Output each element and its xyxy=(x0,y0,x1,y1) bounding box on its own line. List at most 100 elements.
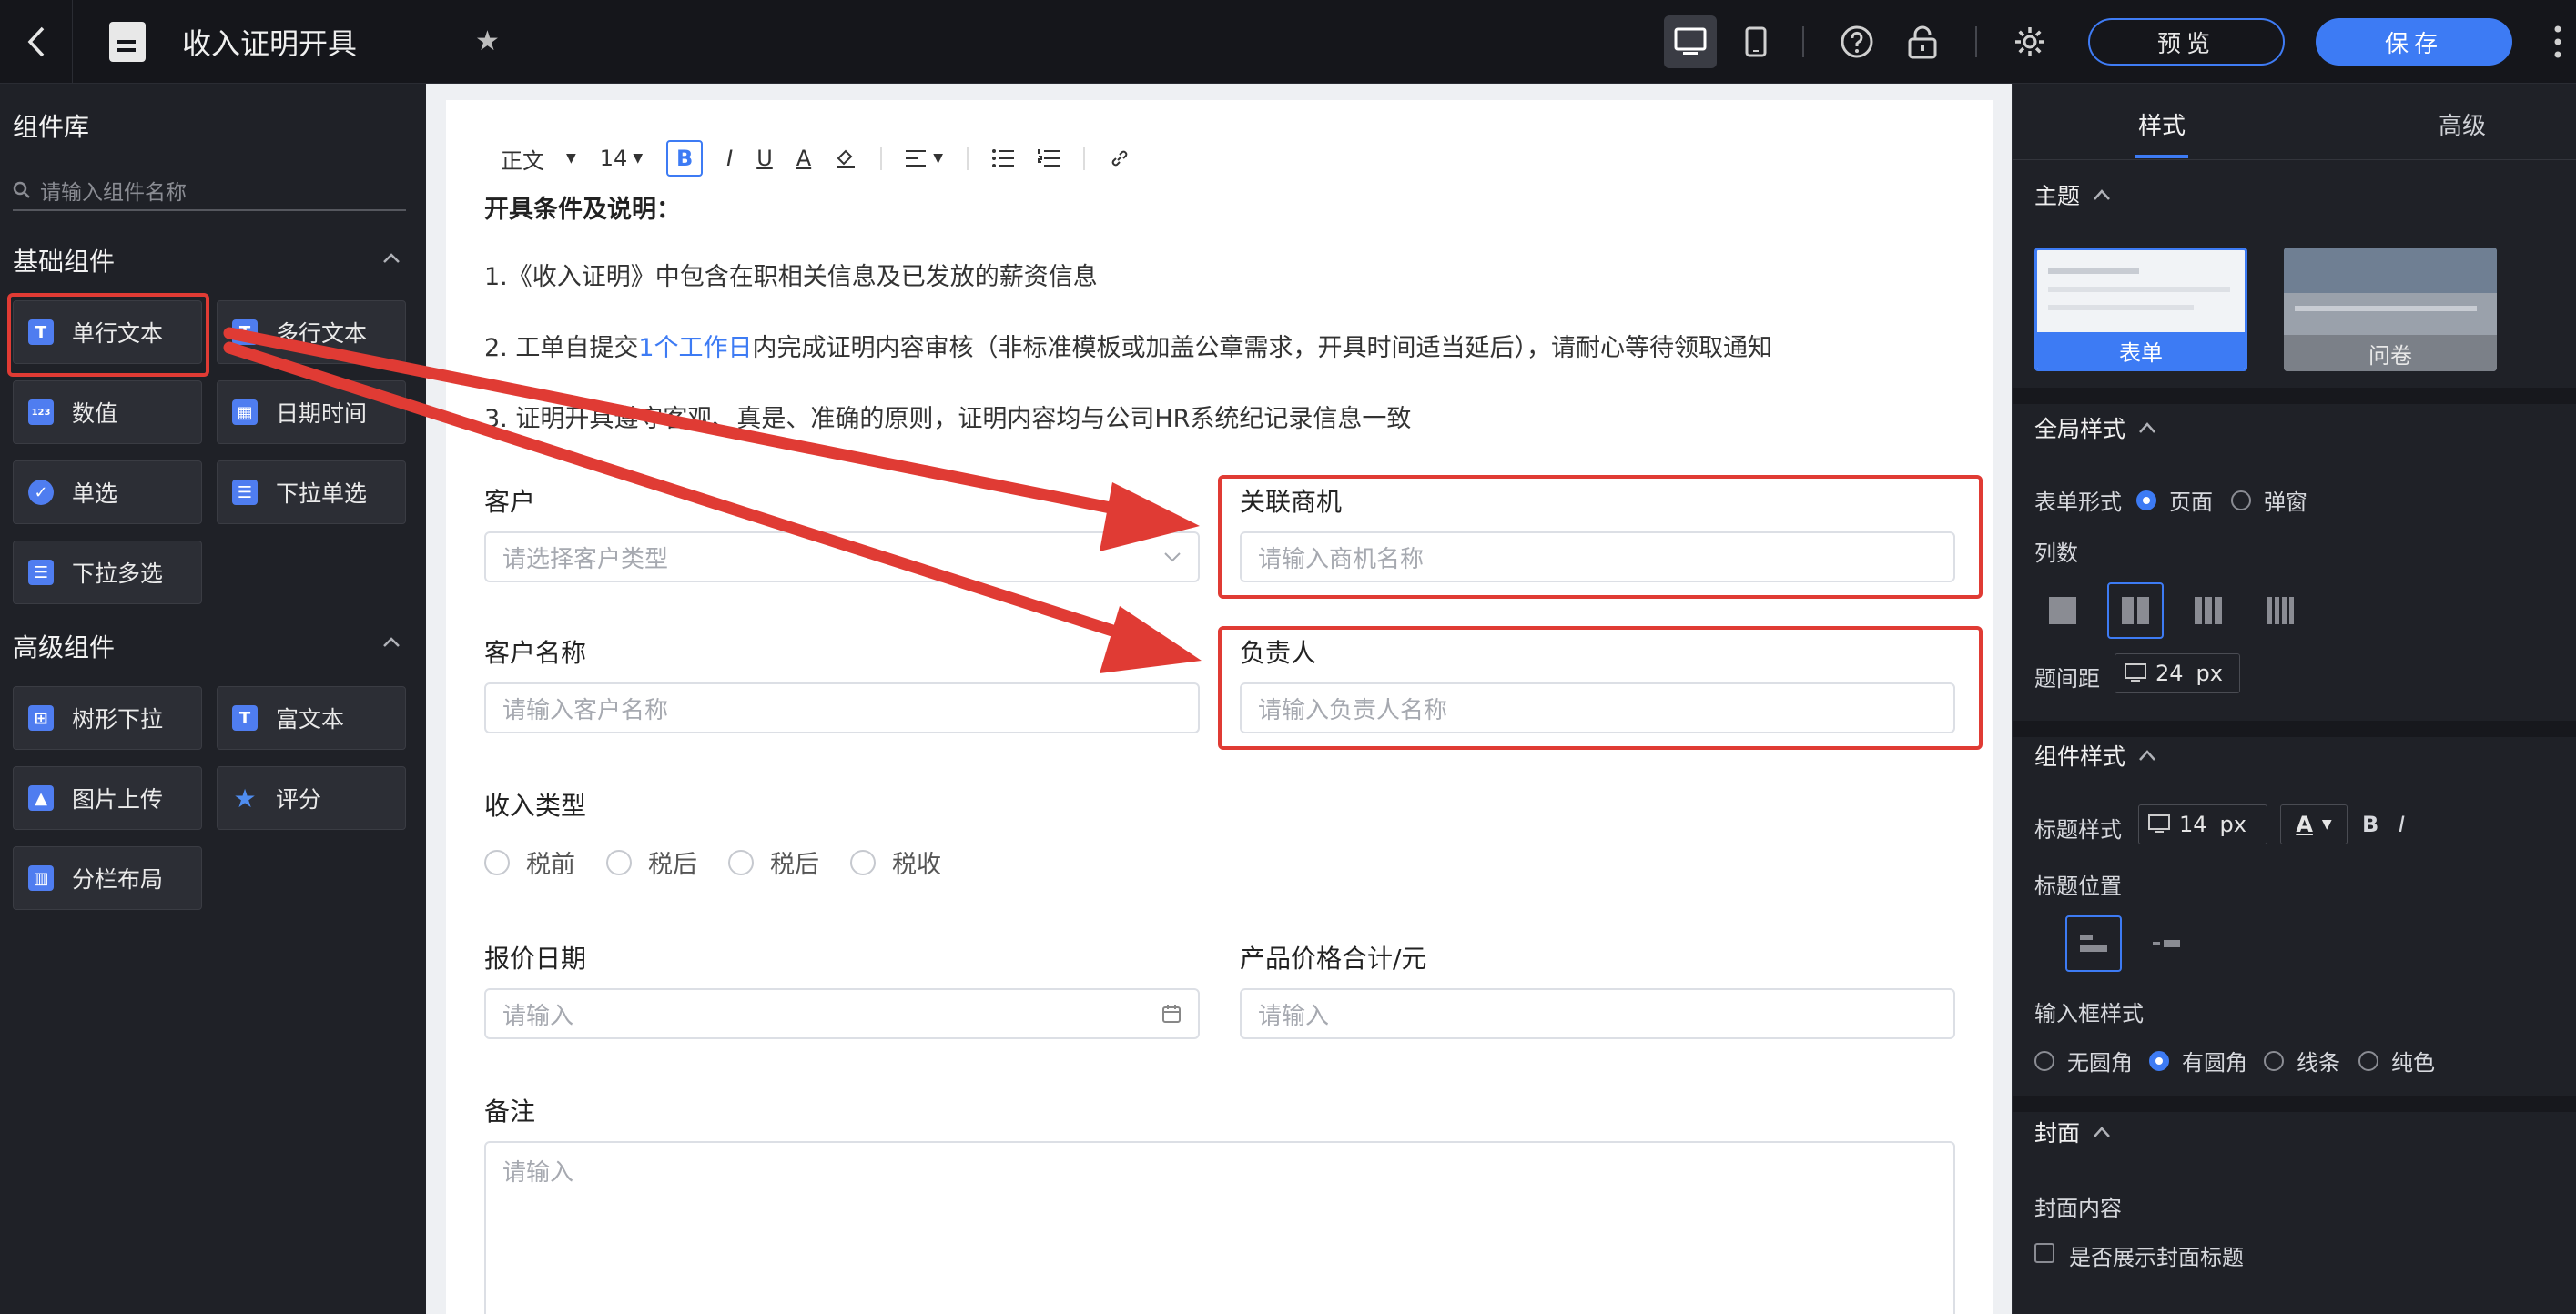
font-color-button[interactable]: A xyxy=(796,146,811,171)
number-icon: 123 xyxy=(28,399,54,425)
income-type-radios: 税前 税后 税后 税收 xyxy=(484,844,972,880)
page-title: 收入证明开具 xyxy=(182,25,358,61)
more-button[interactable] xyxy=(2540,25,2576,58)
component-dropdown-single[interactable]: ☰ 下拉单选 xyxy=(217,460,406,524)
quote-date-input[interactable]: 请输入 xyxy=(484,988,1200,1039)
spacing-input[interactable]: 24 px xyxy=(2115,653,2240,693)
tab-indicator xyxy=(2135,155,2188,158)
highlight-color-button[interactable] xyxy=(835,147,857,169)
radio-circle xyxy=(484,849,510,875)
chevron-up-icon xyxy=(2139,750,2155,761)
component-rating[interactable]: ★ 评分 xyxy=(217,766,406,830)
align-button[interactable]: ▼ xyxy=(906,149,943,167)
lock-button[interactable] xyxy=(1901,20,1944,64)
income-option[interactable]: 税收 xyxy=(850,844,941,880)
chevron-up-icon[interactable] xyxy=(382,249,401,268)
customer-name-input[interactable]: 请输入客户名称 xyxy=(484,682,1200,733)
income-option[interactable]: 税后 xyxy=(728,844,819,880)
columns-1-option[interactable] xyxy=(2034,582,2091,639)
star-icon[interactable]: ★ xyxy=(475,25,500,57)
caret-down-icon: ▼ xyxy=(933,151,943,166)
theme-survey-card[interactable]: 问卷 xyxy=(2284,248,2497,371)
help-button[interactable] xyxy=(1835,20,1879,64)
component-column-layout[interactable]: ▥ 分栏布局 xyxy=(13,846,202,910)
remark-textarea[interactable]: 请输入 xyxy=(484,1141,1955,1314)
desktop-icon xyxy=(2148,814,2170,833)
price-total-input[interactable]: 请输入 xyxy=(1240,988,1955,1039)
top-bar: 收入证明开具 ★ 预览 保存 xyxy=(0,0,2576,84)
title-italic-toggle[interactable]: I xyxy=(2399,812,2405,837)
title-position-left-option[interactable] xyxy=(2138,915,2195,972)
divider xyxy=(1802,26,1804,57)
style-panel: 样式 高级 主题 表单 问卷 全局样式 表单形式 页面 弹窗 列数 题间距 24… xyxy=(2012,84,2576,1314)
link-button[interactable] xyxy=(1109,147,1131,169)
tab-advanced[interactable]: 高级 xyxy=(2439,107,2486,141)
divider xyxy=(966,147,969,170)
cover-title-checkbox[interactable] xyxy=(2034,1243,2054,1263)
underline-button[interactable]: U xyxy=(756,146,773,171)
global-style-title[interactable]: 全局样式 xyxy=(2034,411,2156,444)
italic-button[interactable]: I xyxy=(726,146,733,171)
more-vertical-icon xyxy=(2554,25,2561,58)
component-image-upload[interactable]: ▲ 图片上传 xyxy=(13,766,202,830)
columns-3-option[interactable] xyxy=(2180,582,2236,639)
description-line-3: 3. 证明开具遵守客观、真是、准确的原则，证明内容均与公司HR系统纪记录信息一致 xyxy=(484,405,1412,433)
income-option[interactable]: 税前 xyxy=(484,844,575,880)
theme-section-title[interactable]: 主题 xyxy=(2034,178,2111,211)
thumbnail-line xyxy=(2048,287,2230,292)
description-line-2: 2. 工单自提交1个工作日内完成证明内容审核（非标准模板或加盖公章需求，开具时间… xyxy=(484,334,1773,362)
component-style-title[interactable]: 组件样式 xyxy=(2034,739,2156,772)
four-column-icon xyxy=(2267,597,2294,624)
chevron-up-icon xyxy=(2094,1127,2110,1137)
chevron-up-icon xyxy=(2094,189,2110,200)
component-multi-text[interactable]: T 多行文本 xyxy=(217,300,406,364)
title-position-top-option[interactable] xyxy=(2065,915,2122,972)
tab-style[interactable]: 样式 xyxy=(2138,107,2186,141)
input-style-solid[interactable]: 纯色 xyxy=(2358,1045,2435,1076)
calendar-icon: ▦ xyxy=(232,399,258,425)
radio-circle xyxy=(606,849,632,875)
settings-button[interactable] xyxy=(2008,20,2052,64)
cover-section-title[interactable]: 封面 xyxy=(2034,1116,2111,1148)
customer-select[interactable]: 请选择客户类型 xyxy=(484,531,1200,582)
component-dropdown-multi[interactable]: ☰ 下拉多选 xyxy=(13,541,202,604)
panel-tabs: 样式 高级 xyxy=(2013,84,2576,160)
preview-button[interactable]: 预览 xyxy=(2088,18,2285,66)
component-tree-select[interactable]: ⊞ 树形下拉 xyxy=(13,686,202,750)
mode-page-option[interactable]: 页面 xyxy=(2136,484,2213,516)
component-radio[interactable]: ✓ 单选 xyxy=(13,460,202,524)
calendar-icon xyxy=(1162,1005,1181,1023)
ordered-list-button[interactable] xyxy=(1037,149,1060,167)
input-style-line[interactable]: 线条 xyxy=(2264,1045,2340,1076)
component-datetime[interactable]: ▦ 日期时间 xyxy=(217,380,406,444)
font-size-select[interactable]: 14 ▼ xyxy=(600,146,643,171)
thumbnail-banner xyxy=(2284,248,2497,293)
back-button[interactable] xyxy=(0,0,73,84)
income-option[interactable]: 税后 xyxy=(606,844,697,880)
check-circle-icon: ✓ xyxy=(28,480,54,505)
theme-form-card[interactable]: 表单 xyxy=(2034,248,2247,371)
input-style-rounded[interactable]: 有圆角 xyxy=(2149,1045,2247,1076)
bold-button[interactable]: B xyxy=(666,140,704,177)
divider xyxy=(1975,26,1977,57)
component-rich-text[interactable]: T 富文本 xyxy=(217,686,406,750)
paragraph-style-select[interactable]: 正文 ▼ xyxy=(501,143,576,175)
title-color-select[interactable]: A ▼ xyxy=(2280,804,2348,844)
desktop-view-button[interactable] xyxy=(1664,15,1717,68)
description-link[interactable]: 1个工作日 xyxy=(638,334,752,362)
title-size-input[interactable]: 14 px xyxy=(2138,804,2267,844)
price-total-label: 产品价格合计/元 xyxy=(1240,944,1427,974)
input-style-square[interactable]: 无圆角 xyxy=(2034,1045,2133,1076)
component-search[interactable]: 请输入组件名称 xyxy=(13,171,406,211)
columns-2-option[interactable] xyxy=(2107,582,2164,639)
bullet-list-button[interactable] xyxy=(991,149,1014,167)
columns-4-option[interactable] xyxy=(2253,582,2309,639)
chevron-up-icon[interactable] xyxy=(382,633,401,652)
thumbnail-line xyxy=(2048,305,2194,310)
mode-popup-option[interactable]: 弹窗 xyxy=(2231,484,2307,516)
title-bold-toggle[interactable]: B xyxy=(2362,812,2378,837)
component-number[interactable]: 123 数值 xyxy=(13,380,202,444)
three-column-icon xyxy=(2195,597,2222,624)
mobile-view-button[interactable] xyxy=(1729,15,1782,68)
save-button[interactable]: 保存 xyxy=(2316,18,2512,66)
